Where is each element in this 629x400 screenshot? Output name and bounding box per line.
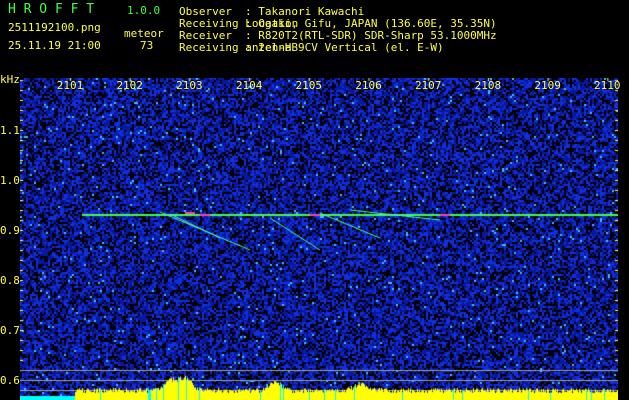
app-version: 1.0.0 <box>127 4 161 17</box>
y-tick-label: 0.9 <box>0 224 20 237</box>
app-title: H R O F F T <box>8 2 95 17</box>
y-tick-label: 1.0 <box>0 174 20 187</box>
x-tick-label: 2107 <box>414 79 442 92</box>
x-tick-label: 2102 <box>116 79 143 92</box>
y-tick-label: 0.6 <box>0 374 20 387</box>
x-tick-label: 2110 <box>594 79 621 92</box>
y-tick-label: 1.1 <box>0 124 20 137</box>
x-tick-label: 2109 <box>534 79 561 92</box>
file-datetime: 25.11.19 21:00 <box>8 39 101 52</box>
x-tick-label: 2105 <box>295 79 323 92</box>
x-tick-label: 2104 <box>235 79 263 92</box>
x-tick-label: 2103 <box>176 79 203 92</box>
axis-unit: kHz <box>0 73 20 86</box>
x-tick-label: 2101 <box>56 79 84 92</box>
y-tick-label: 0.8 <box>0 274 20 287</box>
meteor-count: 73 <box>140 39 154 52</box>
spectrogram <box>20 78 618 400</box>
x-tick-label: 2106 <box>355 79 382 92</box>
y-tick-label: 0.7 <box>0 324 20 337</box>
info-value: : 2el-HB9CV Vertical (el. E-W) <box>245 41 444 54</box>
file-name: 2511192100.png <box>8 21 101 34</box>
x-tick-label: 2108 <box>474 79 502 92</box>
